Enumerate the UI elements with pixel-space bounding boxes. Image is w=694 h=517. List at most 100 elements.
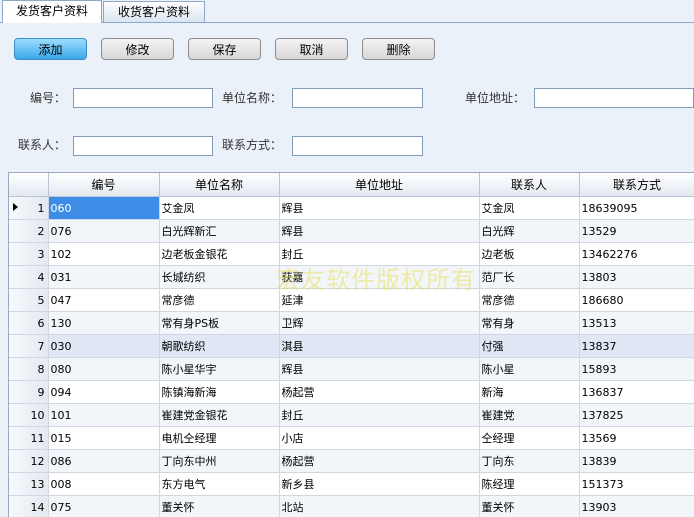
cell-address[interactable]: 杨起营 [279, 381, 479, 404]
tab-receiver-customers[interactable]: 收货客户资料 [103, 1, 205, 22]
cell-phone[interactable]: 13529 [579, 220, 694, 243]
cell-contact[interactable]: 陈小星 [479, 358, 579, 381]
row-header[interactable]: 4 [9, 266, 48, 289]
table-row[interactable]: 8080陈小星华宇辉县陈小星15893 [9, 358, 694, 381]
cell-address[interactable]: 延津 [279, 289, 479, 312]
cell-phone[interactable]: 13462276 [579, 243, 694, 266]
cell-address[interactable]: 封丘 [279, 243, 479, 266]
cell-phone[interactable]: 13569 [579, 427, 694, 450]
column-header-unit-name[interactable]: 单位名称 [159, 173, 279, 197]
tab-shipper-customers[interactable]: 发货客户资料 [2, 0, 102, 23]
cell-code[interactable]: 101 [48, 404, 159, 427]
cell-address[interactable]: 杨起营 [279, 450, 479, 473]
cell-contact[interactable]: 白光辉 [479, 220, 579, 243]
cell-address[interactable]: 北站 [279, 496, 479, 517]
cell-code[interactable]: 076 [48, 220, 159, 243]
table-row[interactable]: 7030朝歌纺织淇县付强13837 [9, 335, 694, 358]
column-header-code[interactable]: 编号 [48, 173, 159, 197]
cell-contact[interactable]: 丁向东 [479, 450, 579, 473]
table-row[interactable]: 6130常有身PS板卫辉常有身13513 [9, 312, 694, 335]
cell-contact[interactable]: 常彦德 [479, 289, 579, 312]
code-input[interactable] [73, 88, 213, 108]
cell-code[interactable]: 015 [48, 427, 159, 450]
cell-address[interactable]: 淇县 [279, 335, 479, 358]
cell-unit-name[interactable]: 朝歌纺织 [159, 335, 279, 358]
cell-contact[interactable]: 新海 [479, 381, 579, 404]
unit-name-input[interactable] [292, 88, 423, 108]
cell-code[interactable]: 075 [48, 496, 159, 517]
row-header[interactable]: 11 [9, 427, 48, 450]
row-header[interactable]: 1 [9, 197, 48, 220]
cell-phone[interactable]: 151373 [579, 473, 694, 496]
table-row[interactable]: 2076白光辉新汇辉县白光辉13529 [9, 220, 694, 243]
add-button[interactable]: 添加 [14, 38, 87, 60]
cell-address[interactable]: 辉县 [279, 220, 479, 243]
cell-address[interactable]: 辉县 [279, 197, 479, 220]
delete-button[interactable]: 删除 [362, 38, 435, 60]
cell-unit-name[interactable]: 陈镇海新海 [159, 381, 279, 404]
cell-unit-name[interactable]: 陈小星华宇 [159, 358, 279, 381]
phone-input[interactable] [292, 136, 423, 156]
cell-contact[interactable]: 范厂长 [479, 266, 579, 289]
cell-code[interactable]: 047 [48, 289, 159, 312]
cell-address[interactable]: 卫辉 [279, 312, 479, 335]
address-input[interactable] [534, 88, 694, 108]
cell-phone[interactable]: 18639095 [579, 197, 694, 220]
cell-unit-name[interactable]: 常有身PS板 [159, 312, 279, 335]
cell-code[interactable]: 060 [48, 197, 159, 220]
row-header[interactable]: 7 [9, 335, 48, 358]
cell-unit-name[interactable]: 丁向东中州 [159, 450, 279, 473]
cell-contact[interactable]: 边老板 [479, 243, 579, 266]
cell-phone[interactable]: 137825 [579, 404, 694, 427]
cell-code[interactable]: 094 [48, 381, 159, 404]
table-row[interactable]: 5047常彦德延津常彦德186680 [9, 289, 694, 312]
row-header[interactable]: 12 [9, 450, 48, 473]
cell-unit-name[interactable]: 董关怀 [159, 496, 279, 517]
customer-grid[interactable]: 编号 单位名称 单位地址 联系人 联系方式 1060艾金凤辉县艾金凤186390… [8, 172, 694, 517]
cell-contact[interactable]: 常有身 [479, 312, 579, 335]
cell-address[interactable]: 获嘉 [279, 266, 479, 289]
cell-code[interactable]: 030 [48, 335, 159, 358]
cell-unit-name[interactable]: 边老板金银花 [159, 243, 279, 266]
cell-phone[interactable]: 13837 [579, 335, 694, 358]
cell-phone[interactable]: 13903 [579, 496, 694, 517]
table-row[interactable]: 3102边老板金银花封丘边老板13462276 [9, 243, 694, 266]
row-header[interactable]: 14 [9, 496, 48, 517]
cell-code[interactable]: 031 [48, 266, 159, 289]
cell-unit-name[interactable]: 白光辉新汇 [159, 220, 279, 243]
table-row[interactable]: 11015电机仝经理小店仝经理13569 [9, 427, 694, 450]
table-row[interactable]: 10101崔建党金银花封丘崔建党137825 [9, 404, 694, 427]
cell-unit-name[interactable]: 常彦德 [159, 289, 279, 312]
cell-contact[interactable]: 陈经理 [479, 473, 579, 496]
row-header[interactable]: 10 [9, 404, 48, 427]
column-header-phone[interactable]: 联系方式 [579, 173, 694, 197]
cell-address[interactable]: 辉县 [279, 358, 479, 381]
cell-address[interactable]: 小店 [279, 427, 479, 450]
column-header-contact[interactable]: 联系人 [479, 173, 579, 197]
cell-code[interactable]: 008 [48, 473, 159, 496]
cell-code[interactable]: 130 [48, 312, 159, 335]
cancel-button[interactable]: 取消 [275, 38, 348, 60]
cell-contact[interactable]: 仝经理 [479, 427, 579, 450]
cell-unit-name[interactable]: 电机仝经理 [159, 427, 279, 450]
save-button[interactable]: 保存 [188, 38, 261, 60]
cell-contact[interactable]: 董关怀 [479, 496, 579, 517]
contact-input[interactable] [73, 136, 213, 156]
table-row[interactable]: 1060艾金凤辉县艾金凤18639095 [9, 197, 694, 220]
cell-code[interactable]: 080 [48, 358, 159, 381]
cell-address[interactable]: 新乡县 [279, 473, 479, 496]
row-header[interactable]: 2 [9, 220, 48, 243]
row-header[interactable]: 13 [9, 473, 48, 496]
cell-contact[interactable]: 崔建党 [479, 404, 579, 427]
row-header[interactable]: 5 [9, 289, 48, 312]
row-header[interactable]: 6 [9, 312, 48, 335]
row-header[interactable]: 3 [9, 243, 48, 266]
table-row[interactable]: 14075董关怀北站董关怀13903 [9, 496, 694, 517]
table-row[interactable]: 12086丁向东中州杨起营丁向东13839 [9, 450, 694, 473]
cell-phone[interactable]: 13839 [579, 450, 694, 473]
cell-unit-name[interactable]: 东方电气 [159, 473, 279, 496]
edit-button[interactable]: 修改 [101, 38, 174, 60]
cell-phone[interactable]: 186680 [579, 289, 694, 312]
cell-unit-name[interactable]: 长城纺织 [159, 266, 279, 289]
table-row[interactable]: 13008东方电气新乡县陈经理151373 [9, 473, 694, 496]
